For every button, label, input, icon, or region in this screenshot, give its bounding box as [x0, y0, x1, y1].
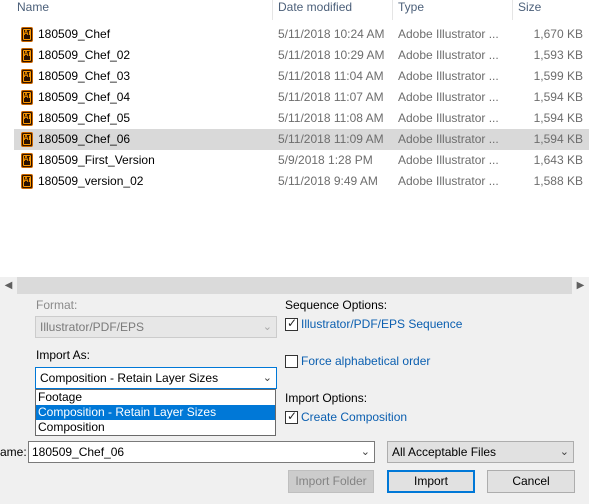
create-composition-checkbox[interactable]: [285, 409, 298, 424]
format-select-value: Illustrator/PDF/EPS: [40, 320, 145, 334]
file-date: 5/11/2018 10:29 AM: [278, 48, 385, 62]
file-type-filter-value: All Acceptable Files: [392, 445, 497, 459]
file-date: 5/11/2018 10:24 AM: [278, 27, 385, 41]
file-name: 180509_First_Version: [38, 153, 155, 167]
column-divider[interactable]: [272, 0, 273, 20]
file-name: 180509_Chef_06: [38, 132, 131, 146]
column-divider[interactable]: [512, 0, 513, 20]
sequence-options-label: Sequence Options:: [285, 298, 388, 312]
file-type: Adobe Illustrator ...: [398, 111, 499, 125]
file-size: 1,670 KB: [533, 27, 583, 41]
format-select: Illustrator/PDF/EPS ⌄: [35, 316, 277, 338]
column-header-size[interactable]: Size: [518, 0, 541, 14]
import-as-option-composition-retain[interactable]: Composition - Retain Layer Sizes: [36, 405, 275, 420]
file-date: 5/11/2018 9:49 AM: [278, 174, 378, 188]
import-as-dropdown-list[interactable]: Footage Composition - Retain Layer Sizes…: [35, 389, 276, 436]
file-size: 1,594 KB: [533, 111, 583, 125]
file-type: Adobe Illustrator ...: [398, 27, 499, 41]
format-label: Format:: [36, 298, 78, 312]
file-size: 1,588 KB: [533, 174, 583, 188]
import-as-option-footage[interactable]: Footage: [36, 390, 275, 405]
file-type: Adobe Illustrator ...: [398, 153, 499, 167]
column-divider[interactable]: [392, 0, 393, 20]
illustrator-file-icon: [21, 27, 33, 42]
file-row[interactable]: 180509_First_Version 5/9/2018 1:28 PM Ad…: [14, 150, 589, 171]
file-name: 180509_Chef_04: [38, 90, 131, 104]
illustrator-file-icon: [21, 111, 33, 126]
file-row[interactable]: 180509_version_02 5/11/2018 9:49 AM Adob…: [14, 171, 589, 192]
file-row[interactable]: 180509_Chef_05 5/11/2018 11:08 AM Adobe …: [14, 108, 589, 129]
file-row[interactable]: 180509_Chef_03 5/11/2018 11:04 AM Adobe …: [14, 66, 589, 87]
cancel-button[interactable]: Cancel: [487, 470, 575, 493]
scroll-right-arrow-icon[interactable]: ▶: [572, 277, 589, 294]
file-name: 180509_Chef_03: [38, 69, 131, 83]
file-list-header: Name Date modified Type Size: [0, 0, 589, 20]
file-list[interactable]: Name Date modified Type Size 180509_Chef…: [0, 0, 589, 277]
scrollbar-thumb[interactable]: [17, 277, 572, 294]
file-name-input[interactable]: 180509_Chef_06: [32, 445, 124, 459]
import-as-label: Import As:: [36, 348, 91, 362]
file-date: 5/11/2018 11:07 AM: [278, 90, 384, 104]
file-name-combobox[interactable]: 180509_Chef_06 ⌄: [28, 441, 375, 463]
import-folder-button[interactable]: Import Folder: [288, 470, 374, 493]
file-size: 1,643 KB: [533, 153, 583, 167]
file-date: 5/11/2018 11:09 AM: [278, 132, 384, 146]
file-name: 180509_version_02: [38, 174, 144, 188]
file-name-label: ame:: [0, 445, 27, 459]
file-row[interactable]: 180509_Chef_04 5/11/2018 11:07 AM Adobe …: [14, 87, 589, 108]
file-name: 180509_Chef: [38, 27, 111, 41]
file-type: Adobe Illustrator ...: [398, 90, 499, 104]
chevron-down-icon[interactable]: ⌄: [361, 442, 370, 462]
illustrator-file-icon: [21, 90, 33, 105]
import-as-select-value: Composition - Retain Layer Sizes: [40, 371, 219, 385]
file-row[interactable]: 180509_Chef 5/11/2018 10:24 AM Adobe Ill…: [14, 24, 589, 45]
create-composition-label[interactable]: Create Composition: [301, 410, 407, 425]
chevron-down-icon: ⌄: [262, 321, 272, 333]
illustrator-file-icon: [21, 153, 33, 168]
column-header-type[interactable]: Type: [398, 0, 424, 14]
chevron-down-icon: ⌄: [262, 372, 272, 384]
scroll-left-arrow-icon[interactable]: ◀: [0, 277, 17, 294]
illustrator-file-icon: [21, 48, 33, 63]
file-row-selected[interactable]: 180509_Chef_06 5/11/2018 11:09 AM Adobe …: [14, 129, 589, 150]
file-size: 1,599 KB: [533, 69, 583, 83]
force-alphabetical-label[interactable]: Force alphabetical order: [301, 354, 430, 369]
import-options-label: Import Options:: [285, 391, 368, 405]
file-name: 180509_Chef_02: [38, 48, 131, 62]
import-as-select[interactable]: Composition - Retain Layer Sizes ⌄: [35, 367, 277, 389]
file-date: 5/11/2018 11:04 AM: [278, 69, 384, 83]
file-date: 5/11/2018 11:08 AM: [278, 111, 384, 125]
force-alphabetical-checkbox[interactable]: [285, 355, 298, 368]
file-type: Adobe Illustrator ...: [398, 174, 499, 188]
file-row[interactable]: 180509_Chef_02 5/11/2018 10:29 AM Adobe …: [14, 45, 589, 66]
column-header-name[interactable]: Name: [17, 0, 49, 14]
file-size: 1,594 KB: [533, 90, 583, 104]
file-name: 180509_Chef_05: [38, 111, 131, 125]
file-type: Adobe Illustrator ...: [398, 48, 499, 62]
illustrator-file-icon: [21, 69, 33, 84]
file-type-filter-select[interactable]: All Acceptable Files ⌄: [387, 441, 574, 463]
file-date: 5/9/2018 1:28 PM: [278, 153, 373, 167]
import-as-option-composition[interactable]: Composition: [36, 420, 275, 435]
column-header-date[interactable]: Date modified: [278, 0, 352, 14]
file-type: Adobe Illustrator ...: [398, 69, 499, 83]
file-size: 1,593 KB: [533, 48, 583, 62]
file-size: 1,594 KB: [533, 132, 583, 146]
chevron-down-icon: ⌄: [559, 446, 569, 458]
sequence-checkbox[interactable]: [285, 316, 298, 331]
file-type: Adobe Illustrator ...: [398, 132, 499, 146]
import-button[interactable]: Import: [387, 470, 475, 493]
sequence-checkbox-label[interactable]: Illustrator/PDF/EPS Sequence: [301, 317, 462, 332]
illustrator-file-icon: [21, 132, 33, 147]
horizontal-scrollbar[interactable]: ◀ ▶: [0, 277, 589, 294]
illustrator-file-icon: [21, 174, 33, 189]
